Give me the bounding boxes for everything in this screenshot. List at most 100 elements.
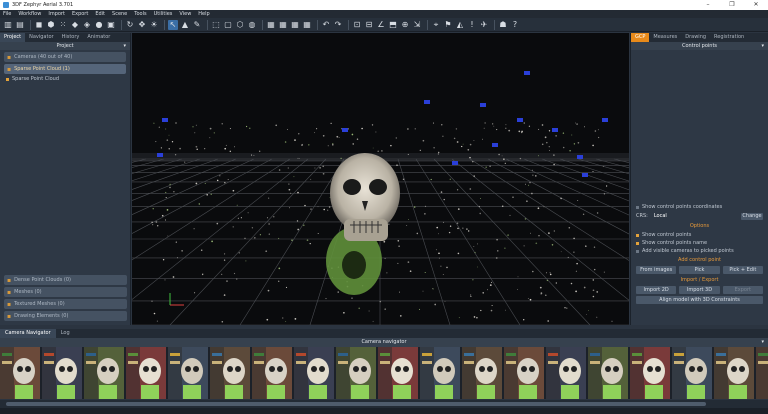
tab-gcp[interactable]: GCP — [631, 33, 650, 42]
collapse-icon[interactable]: ▾ — [761, 42, 764, 50]
show-names-option[interactable]: Show control points name — [636, 240, 763, 246]
show-control-points-checkbox[interactable] — [636, 233, 639, 237]
tab-history[interactable]: History — [58, 33, 84, 42]
tab-log[interactable]: Log — [56, 329, 75, 338]
minimize-button[interactable]: – — [696, 0, 720, 10]
help-icon[interactable]: ? — [510, 20, 520, 30]
mesh-icon[interactable]: ◆ — [70, 20, 80, 30]
camera-thumbnail[interactable] — [714, 347, 754, 399]
add-visible-cameras-checkbox[interactable] — [636, 249, 639, 253]
scrollbar-thumb[interactable] — [6, 402, 706, 406]
mask-icon[interactable]: ☗ — [498, 20, 508, 30]
camera-marker[interactable] — [517, 118, 523, 122]
sparse-cloud-item[interactable]: Sparse Point Cloud — [6, 76, 124, 82]
menu-export[interactable]: Export — [72, 11, 88, 17]
tab-project[interactable]: Project — [0, 33, 26, 42]
grid3-icon[interactable]: ▦ — [290, 20, 300, 30]
tab-navigator[interactable]: Navigator — [25, 33, 57, 42]
camera-marker[interactable] — [424, 100, 430, 104]
sphere2-icon[interactable]: ◍ — [247, 20, 257, 30]
measure-icon[interactable]: ⊡ — [352, 20, 362, 30]
camera-thumbnail[interactable] — [378, 347, 418, 399]
menu-workflow[interactable]: Workflow — [18, 11, 41, 17]
camera-marker[interactable] — [162, 118, 168, 122]
cube-icon[interactable]: ⬡ — [235, 20, 245, 30]
camera-marker[interactable] — [342, 128, 348, 132]
tab-measures[interactable]: Measures — [649, 33, 681, 42]
menu-view[interactable]: View — [179, 11, 191, 17]
open-icon[interactable]: ▥ — [3, 20, 13, 30]
close-button[interactable]: ✕ — [744, 0, 768, 10]
tower-icon[interactable]: ⌖ — [431, 20, 441, 30]
menu-help[interactable]: Help — [198, 11, 209, 17]
cube-wire-icon[interactable]: ⬢ — [46, 20, 56, 30]
cube-solid-icon[interactable]: ◼ — [34, 20, 44, 30]
tab-drawing[interactable]: Drawing — [681, 33, 710, 42]
redo-icon[interactable]: ↷ — [333, 20, 343, 30]
tab-camera-navigator[interactable]: Camera Navigator — [0, 329, 56, 338]
collapse-icon[interactable]: ▾ — [123, 42, 126, 50]
thumbnail-scrollbar[interactable] — [0, 400, 768, 408]
pan-icon[interactable]: ✥ — [137, 20, 147, 30]
camera-thumbnail[interactable] — [756, 347, 768, 399]
add-visible-cameras-option[interactable]: Add visible cameras to picked points — [636, 248, 763, 254]
change-crs-button[interactable]: Change — [741, 212, 763, 220]
camera-thumbnail[interactable] — [210, 347, 250, 399]
triangle-icon[interactable]: ▲ — [180, 20, 190, 30]
camera-marker[interactable] — [602, 118, 608, 122]
camera-marker[interactable] — [524, 71, 530, 75]
tab-animator[interactable]: Animator — [83, 33, 114, 42]
camera-thumbnail[interactable] — [294, 347, 334, 399]
angle-icon[interactable]: ∠ — [376, 20, 386, 30]
lasso-icon[interactable]: ⬚ — [211, 20, 221, 30]
save-icon[interactable]: ▤ — [15, 20, 25, 30]
menu-utilities[interactable]: Utilities — [154, 11, 173, 17]
light-icon[interactable]: ☀ — [149, 20, 159, 30]
pick-edit-button[interactable]: Pick + Edit — [722, 266, 763, 274]
tab-registration[interactable]: Registration — [710, 33, 748, 42]
cameras-button[interactable]: ▪ Cameras (40 out of 40) — [4, 52, 126, 62]
maximize-button[interactable]: ❐ — [720, 0, 744, 10]
camera-thumbnail[interactable] — [168, 347, 208, 399]
camera-thumbnail[interactable] — [126, 347, 166, 399]
camera-marker[interactable] — [582, 173, 588, 177]
show-control-points-option[interactable]: Show control points — [636, 232, 763, 238]
drawing-elements-button[interactable]: ▪ Drawing Elements (0) — [4, 311, 127, 321]
grid1-icon[interactable]: ▦ — [266, 20, 276, 30]
select-icon[interactable]: ↖ — [168, 19, 178, 30]
show-coordinates-option[interactable]: Show control points coordinates — [636, 204, 763, 210]
camera-marker[interactable] — [492, 143, 498, 147]
camera-thumbnail[interactable] — [252, 347, 292, 399]
camera-marker[interactable] — [452, 161, 458, 165]
camera-marker[interactable] — [577, 155, 583, 159]
box-select-icon[interactable]: ▢ — [223, 20, 233, 30]
ruler-icon[interactable]: ⊟ — [364, 20, 374, 30]
camera-thumbnail[interactable] — [630, 347, 670, 399]
export-button[interactable]: Export — [722, 286, 763, 294]
menu-file[interactable]: File — [3, 11, 11, 17]
3d-viewport[interactable] — [132, 33, 629, 325]
menu-scene[interactable]: Scene — [112, 11, 127, 17]
area-icon[interactable]: ⬒ — [388, 20, 398, 30]
import-3d-button[interactable]: Import 3D — [679, 286, 720, 294]
visibility-toggle[interactable] — [6, 77, 9, 81]
camera-thumbnail[interactable] — [0, 347, 40, 399]
camera-thumbnail[interactable] — [504, 347, 544, 399]
align-model-button[interactable]: Align model with 3D Constraints — [636, 296, 763, 304]
gcp-icon[interactable]: ⊕ — [400, 20, 410, 30]
orbit-icon[interactable]: ↻ — [125, 20, 135, 30]
textured-meshes-button[interactable]: ▪ Textured Meshes (0) — [4, 299, 127, 309]
sparse-cloud-button[interactable]: ▪ Sparse Point Cloud (1) — [4, 64, 126, 74]
menu-import[interactable]: Import — [48, 11, 65, 17]
points-icon[interactable]: ⁙ — [58, 20, 68, 30]
camera-thumbnail[interactable] — [462, 347, 502, 399]
meshes-button[interactable]: ▪ Meshes (0) — [4, 287, 127, 297]
exclaim-icon[interactable]: ! — [467, 20, 477, 30]
dense-clouds-button[interactable]: ▪ Dense Point Clouds (0) — [4, 275, 127, 285]
cone-icon[interactable]: ◭ — [455, 20, 465, 30]
camera-thumbnail[interactable] — [672, 347, 712, 399]
camera-thumbnail[interactable] — [420, 347, 460, 399]
drone-icon[interactable]: ✈ — [479, 20, 489, 30]
textured-icon[interactable]: ◈ — [82, 20, 92, 30]
import-2d-button[interactable]: Import 2D — [636, 286, 677, 294]
